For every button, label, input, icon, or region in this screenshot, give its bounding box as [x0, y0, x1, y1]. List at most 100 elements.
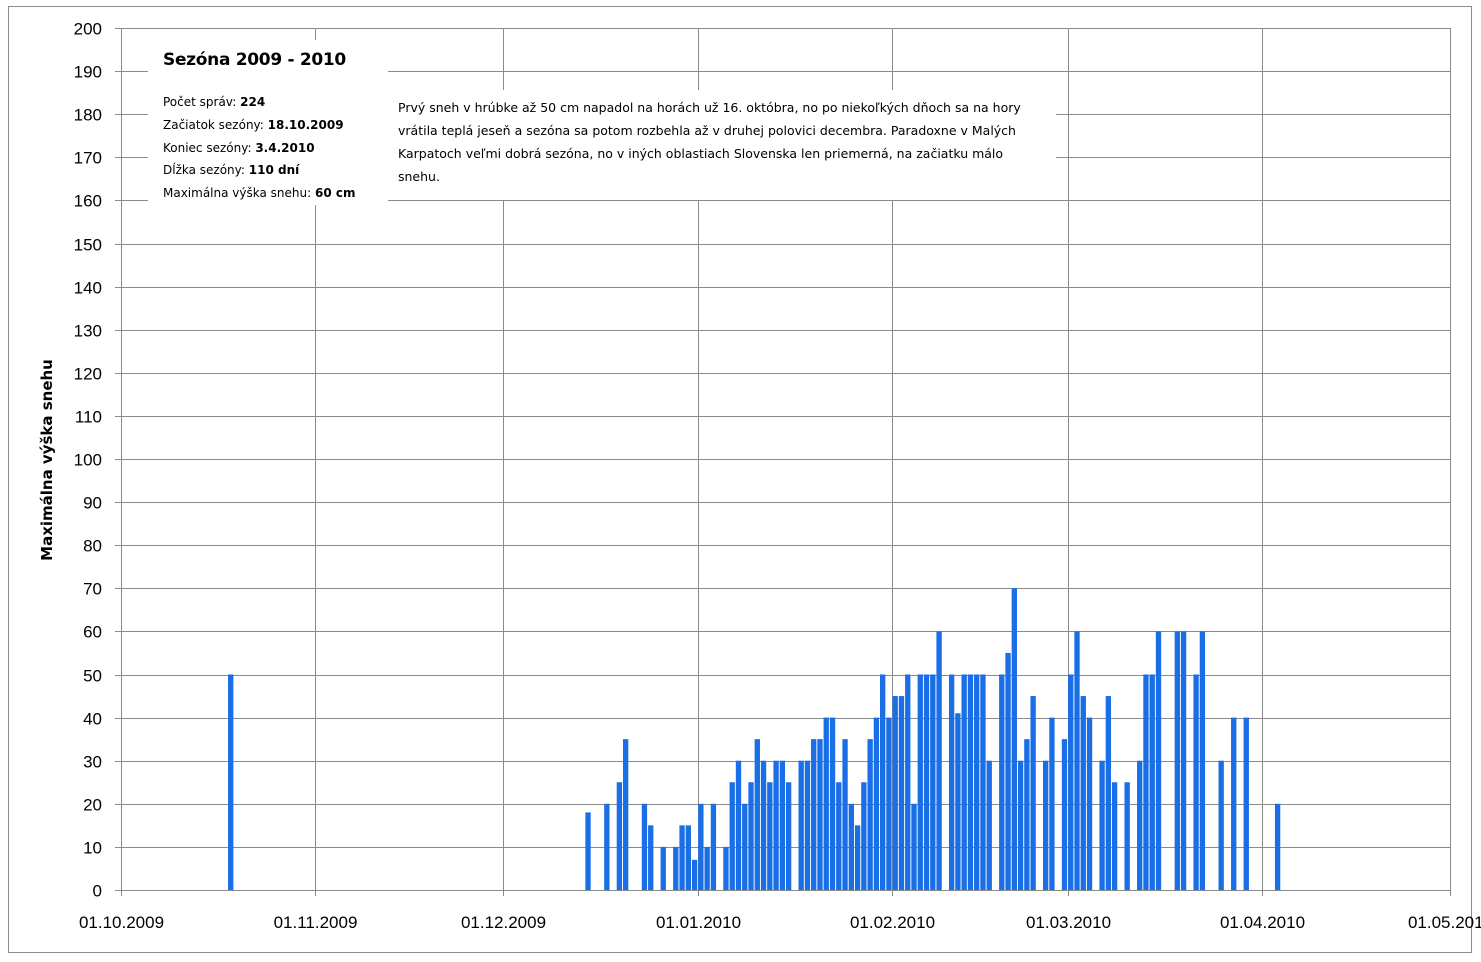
bar	[917, 674, 923, 890]
bar	[710, 803, 717, 890]
bar	[585, 812, 591, 890]
bar	[1030, 696, 1036, 890]
season-start-row: Začiatok sezóny: 18.10.2009	[163, 118, 344, 132]
bar	[1218, 760, 1224, 890]
y-tick-label: 90	[83, 494, 102, 513]
bar	[1061, 739, 1068, 890]
bar	[228, 674, 234, 890]
bar	[961, 674, 967, 890]
bar	[723, 846, 729, 890]
y-tick-label: 130	[74, 322, 102, 341]
x-tick-label: 01.12.2009	[461, 913, 546, 932]
bar	[1155, 631, 1162, 890]
bar	[760, 760, 767, 890]
season-note-box: Prvý sneh v hrúbke až 50 cm napadol na h…	[388, 90, 1056, 200]
bar	[673, 846, 679, 890]
bar	[892, 696, 898, 890]
x-tick-label: 01.04.2010	[1220, 913, 1305, 932]
max-snow-value: 60 cm	[314, 186, 356, 200]
bar	[748, 782, 754, 890]
bar	[729, 782, 735, 890]
bar	[1080, 696, 1086, 890]
bar	[936, 631, 942, 890]
bar	[880, 674, 886, 890]
bar	[685, 825, 691, 890]
bar	[1074, 631, 1080, 890]
x-tick-label: 01.05.2010	[1408, 913, 1481, 932]
reports-value: 224	[240, 95, 266, 109]
bar	[1024, 739, 1030, 890]
bar	[1099, 760, 1105, 890]
bar	[1174, 631, 1180, 890]
bar	[1274, 803, 1281, 890]
bar	[798, 760, 804, 890]
bar	[955, 713, 961, 890]
bar	[1005, 652, 1011, 890]
bar	[980, 674, 986, 890]
bar	[641, 803, 648, 890]
bar	[704, 846, 710, 890]
y-tick-label: 60	[83, 623, 102, 642]
bar	[817, 739, 823, 890]
bar	[848, 803, 854, 890]
bar	[1231, 717, 1237, 890]
y-tick-label: 110	[75, 408, 102, 427]
bar	[767, 782, 773, 890]
bar	[948, 674, 955, 890]
bar	[754, 739, 760, 890]
season-end-label: Koniec sezóny:	[163, 141, 252, 155]
bar	[1068, 674, 1074, 890]
bar	[923, 674, 930, 890]
y-tick-label: 140	[74, 279, 102, 298]
y-tick-label: 70	[83, 580, 102, 599]
bar	[1017, 760, 1024, 890]
bar	[616, 782, 623, 890]
bars	[228, 588, 1281, 890]
y-tick-label: 10	[83, 839, 102, 858]
y-tick-label: 20	[83, 796, 102, 815]
bar	[691, 859, 698, 890]
bar	[911, 803, 917, 890]
bar	[842, 739, 848, 890]
season-end-row: Koniec sezóny: 3.4.2010	[163, 141, 315, 155]
x-tick-label: 01.11.2009	[274, 913, 358, 932]
y-tick-label: 180	[74, 106, 102, 125]
bar	[898, 696, 905, 890]
max-snow-label: Maximálna výška snehu:	[163, 186, 312, 200]
y-tick-labels: 0 10 20 30 40 50 60 70 80 90 100 110 120 130 140 150 160…	[74, 20, 102, 901]
bar	[829, 717, 836, 890]
y-tick-label: 170	[74, 149, 102, 168]
max-snow-row: Maximálna výška snehu: 60 cm	[163, 186, 355, 200]
bar	[1049, 717, 1055, 890]
season-length-row: Dĺžka sezóny: 110 dní	[163, 163, 299, 177]
y-tick-label: 160	[74, 192, 102, 211]
bar	[1180, 631, 1187, 890]
bar	[1243, 717, 1249, 890]
bar	[622, 739, 629, 890]
bar	[967, 674, 974, 890]
x-tick-label: 01.10.2009	[79, 913, 164, 932]
bar	[604, 803, 610, 890]
bar	[861, 782, 867, 890]
season-note-text: Prvý sneh v hrúbke až 50 cm napadol na h…	[398, 100, 1021, 184]
bar	[1011, 588, 1017, 890]
bar	[811, 739, 817, 890]
y-tick-label: 0	[93, 882, 102, 901]
bar	[779, 760, 786, 890]
bar	[999, 674, 1005, 890]
bar	[836, 782, 842, 890]
x-tick-label: 01.03.2010	[1026, 913, 1111, 932]
bar	[785, 782, 792, 890]
bar	[1086, 717, 1093, 890]
bar	[1193, 674, 1199, 890]
bar	[974, 674, 980, 890]
bar	[742, 803, 748, 890]
bar	[1124, 782, 1130, 890]
bar	[773, 760, 779, 890]
season-length-value: 110 dní	[248, 163, 300, 177]
reports-label: Počet správ:	[163, 95, 237, 109]
bar	[1111, 782, 1118, 890]
y-tick-label: 80	[83, 537, 102, 556]
bar	[1042, 760, 1049, 890]
bar	[823, 717, 829, 890]
